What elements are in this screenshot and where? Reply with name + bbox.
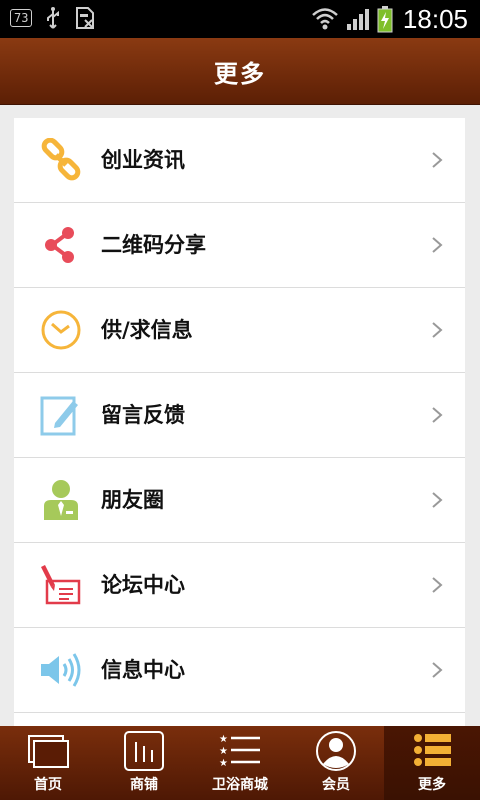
menu-item-feedback[interactable]: 留言反馈 (14, 373, 465, 458)
edit-icon (40, 396, 78, 436)
chevron-right-icon (432, 492, 443, 508)
tab-label: 商铺 (130, 777, 158, 793)
menu-item-label: 供/求信息 (101, 318, 193, 342)
tab-more[interactable]: 更多 (384, 726, 480, 800)
list-star-icon: ★ ★ ★ (219, 734, 260, 769)
menu-item-label: 创业资讯 (101, 148, 185, 172)
chevron-right-icon (432, 237, 443, 253)
home-icon (28, 735, 69, 768)
tab-member[interactable]: 会员 (288, 726, 384, 800)
bottom-tab-bar: 首页 商铺 ★ ★ ★ 卫浴商城 会员 更多 (0, 726, 480, 800)
menu-item-label: 朋友圈 (101, 488, 164, 512)
menu-item-friends-circle[interactable]: 朋友圈 (14, 458, 465, 543)
tab-label: 卫浴商城 (212, 777, 268, 793)
status-left: 73 (10, 6, 96, 30)
page-title: 更多 (214, 59, 266, 88)
signal-icon (346, 9, 369, 30)
title-bar: 更多 (0, 38, 480, 105)
chevron-right-icon (432, 407, 443, 423)
svg-text:★: ★ (219, 758, 228, 769)
chevron-right-icon (432, 152, 443, 168)
more-list-icon (414, 734, 451, 766)
menu-item-info-center[interactable]: 信息中心 (14, 628, 465, 713)
tab-label: 会员 (322, 777, 350, 793)
menu-item-label: 信息中心 (101, 658, 185, 682)
usb-icon (47, 7, 60, 29)
tab-shop[interactable]: 商铺 (96, 726, 192, 800)
status-right: 18:05 (311, 0, 468, 38)
menu-item-startup-news[interactable]: 创业资讯 (14, 118, 465, 203)
share-icon (45, 227, 74, 263)
tab-label: 更多 (418, 777, 446, 793)
shop-icon (124, 731, 164, 771)
battery-charging-icon (377, 6, 393, 33)
menu-item-label: 论坛中心 (101, 573, 185, 597)
menu-item-supply-demand[interactable]: 供/求信息 (14, 288, 465, 373)
tab-home[interactable]: 首页 (0, 726, 96, 800)
sd-card-icon (76, 7, 95, 29)
menu-item-qr-share[interactable]: 二维码分享 (14, 203, 465, 288)
clock-icon (41, 310, 81, 350)
chevron-right-icon (432, 322, 443, 338)
clock-time: 18:05 (402, 3, 468, 34)
status-bar: 73 18:05 (0, 0, 480, 38)
speaker-icon (41, 653, 81, 687)
tab-label: 首页 (34, 777, 62, 793)
user-tie-icon (44, 480, 78, 520)
menu-item-forum[interactable]: 论坛中心 (14, 543, 465, 628)
pen-paper-icon (41, 565, 81, 605)
notification-count-badge: 73 (10, 9, 33, 27)
menu-item-label: 二维码分享 (101, 233, 206, 257)
chevron-right-icon (432, 577, 443, 593)
wifi-icon (312, 8, 338, 30)
tab-bath-mall[interactable]: ★ ★ ★ 卫浴商城 (192, 726, 288, 800)
link-icon (41, 138, 81, 181)
chevron-right-icon (432, 662, 443, 678)
svg-text:★: ★ (219, 746, 228, 757)
menu-item-label: 留言反馈 (101, 403, 185, 427)
svg-text:★: ★ (219, 734, 228, 745)
member-icon (316, 731, 356, 771)
more-menu-list: 创业资讯 二维码分享 供/求信息 留言反馈 朋友圈 论坛中心 信息中心 (14, 118, 465, 726)
